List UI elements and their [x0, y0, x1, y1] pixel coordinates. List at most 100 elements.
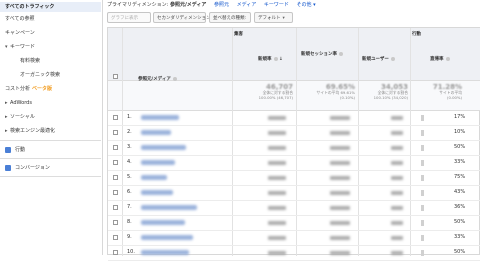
bounce-bar [421, 190, 424, 196]
row-new-users-value [391, 131, 403, 135]
column-header-bounce-rate[interactable]: 直帰率 [430, 56, 450, 62]
sidebar-item-label: ソーシャル [10, 114, 35, 120]
table-row[interactable]: 6. 43% [108, 185, 480, 201]
sidebar-item-label: 行動 [15, 147, 26, 153]
select-all-checkbox[interactable] [113, 74, 118, 79]
sidebar-item-label: 検索エンジン最適化 [10, 128, 56, 134]
sort-type-label-box: 並べ替えの種類: [209, 12, 251, 23]
sidebar-item-organic-search[interactable]: オーガニック検索 [0, 70, 101, 80]
row-source-link[interactable] [141, 160, 175, 165]
column-header-source-medium[interactable]: 参照元/メディア [138, 76, 177, 82]
row-sessions-value [268, 236, 286, 240]
column-header-sessions[interactable]: 新規率 ↓ [258, 56, 283, 62]
sidebar-item-keywords[interactable]: ▾ キーワード [0, 42, 101, 52]
table-row[interactable]: 7. 36% [108, 200, 480, 216]
behavior-icon [5, 146, 11, 153]
bounce-bar [421, 130, 424, 136]
table-row[interactable]: 4. 33% [108, 155, 480, 171]
row-checkbox[interactable] [113, 250, 118, 255]
plot-rows-label: グラフに表示 [111, 16, 138, 21]
sidebar-item-all-traffic[interactable]: すべてのトラフィック [0, 2, 101, 12]
dimension-link-source[interactable]: 参照元 [214, 2, 229, 8]
row-number: 8. [127, 219, 132, 225]
sidebar-divider [0, 140, 101, 141]
row-checkbox[interactable] [113, 130, 118, 135]
sidebar-item-paid-search[interactable]: 有料検索 [0, 56, 101, 66]
sidebar-divider [0, 176, 101, 177]
help-icon [339, 51, 343, 56]
sidebar: すべてのトラフィック すべての参照 キャンペーン ▾ キーワード 有料検索 オーガ… [0, 0, 103, 255]
table-row[interactable]: 9. 33% [108, 230, 480, 246]
row-checkbox[interactable] [113, 175, 118, 180]
bounce-bar [421, 205, 424, 211]
row-sessions-value [268, 131, 286, 135]
row-bounce-rate: 43% [454, 189, 466, 195]
table-row[interactable]: 5. 75% [108, 170, 480, 186]
row-new-session-rate-value [330, 116, 350, 120]
row-checkbox[interactable] [113, 235, 118, 240]
row-source-link[interactable] [141, 130, 171, 135]
row-new-session-rate-value [330, 206, 350, 210]
dimension-link-medium[interactable]: メディア [237, 2, 257, 8]
column-header-new-session-rate[interactable]: 新規セッション率 [301, 51, 343, 57]
row-source-link[interactable] [141, 190, 173, 195]
sidebar-item-all-referrals[interactable]: すべての参照 [0, 14, 101, 24]
row-source-link[interactable] [141, 115, 179, 120]
row-bounce-rate: 50% [454, 219, 466, 225]
row-bounce-rate: 50% [454, 144, 466, 150]
row-new-session-rate-value [330, 251, 350, 255]
table-row[interactable]: 3. 50% [108, 140, 480, 156]
table-row[interactable]: 10. 50% [108, 245, 480, 261]
column-header-new-users[interactable]: 新規ユーザー [362, 56, 395, 62]
plot-rows-button[interactable]: グラフに表示 [107, 12, 151, 23]
row-source-link[interactable] [141, 235, 193, 240]
row-new-users-value [391, 221, 403, 225]
row-new-session-rate-value [330, 236, 350, 240]
table-row[interactable]: 2. 10% [108, 125, 480, 141]
row-new-users-value [391, 191, 403, 195]
row-sessions-value [268, 251, 286, 255]
dimension-link-other[interactable]: その他 ▾ [296, 2, 315, 8]
primary-dimension-bar: プライマリディメンション: 参照元/メディア 参照元 メディア キーワード その… [103, 0, 480, 11]
row-source-link[interactable] [141, 205, 197, 210]
row-checkbox[interactable] [113, 205, 118, 210]
row-number: 10. [127, 249, 135, 255]
row-source-link[interactable] [141, 250, 189, 255]
row-checkbox[interactable] [113, 160, 118, 165]
sort-type-select[interactable]: デフォルト ▾ [254, 12, 293, 23]
row-source-link[interactable] [141, 145, 186, 150]
row-checkbox[interactable] [113, 220, 118, 225]
sort-type-label: 並べ替えの種類: [213, 16, 247, 21]
sidebar-item-label: キーワード [10, 44, 36, 50]
sidebar-item-cost-analysis[interactable]: コスト分析 ベータ版 [0, 84, 101, 94]
sidebar-item-adwords[interactable]: ▸ AdWords [0, 98, 101, 108]
help-icon [172, 76, 177, 81]
row-source-link[interactable] [141, 175, 167, 180]
table-row[interactable]: 8. 50% [108, 215, 480, 231]
table-row[interactable]: 1. 17% [108, 110, 480, 126]
row-checkbox[interactable] [113, 115, 118, 120]
row-checkbox[interactable] [113, 145, 118, 150]
sidebar-item-campaigns[interactable]: キャンペーン [0, 28, 101, 38]
sidebar-item-label: すべてのトラフィック [5, 4, 55, 10]
sidebar-item-label: すべての参照 [5, 16, 35, 22]
row-new-users-value [391, 206, 403, 210]
total-sessions: 46,707 全体に対する割合 100.00% (46,707) [258, 83, 293, 100]
sidebar-item-seo[interactable]: ▸ 検索エンジン最適化 [0, 126, 101, 136]
row-number: 4. [127, 159, 132, 165]
sidebar-section-conversions[interactable]: コンバージョン [0, 163, 101, 173]
sidebar-item-label: 有料検索 [20, 58, 41, 64]
row-source-link[interactable] [141, 220, 185, 225]
sidebar-section-behavior[interactable]: 行動 [0, 145, 101, 155]
secondary-dimension-select[interactable]: セカンダリディメンション▾ [153, 12, 215, 23]
sidebar-item-social[interactable]: ▸ ソーシャル [0, 112, 101, 122]
conversion-icon [5, 164, 11, 171]
row-new-session-rate-value [330, 131, 350, 135]
dimension-link-keyword[interactable]: キーワード [264, 2, 289, 8]
row-checkbox[interactable] [113, 190, 118, 195]
row-number: 2. [127, 129, 132, 135]
sidebar-item-label: AdWords [10, 100, 32, 106]
row-new-users-value [391, 176, 403, 180]
help-icon [390, 56, 395, 61]
total-bounce-rate: 71.28% サイトの平均 (0.00%) [432, 83, 462, 100]
